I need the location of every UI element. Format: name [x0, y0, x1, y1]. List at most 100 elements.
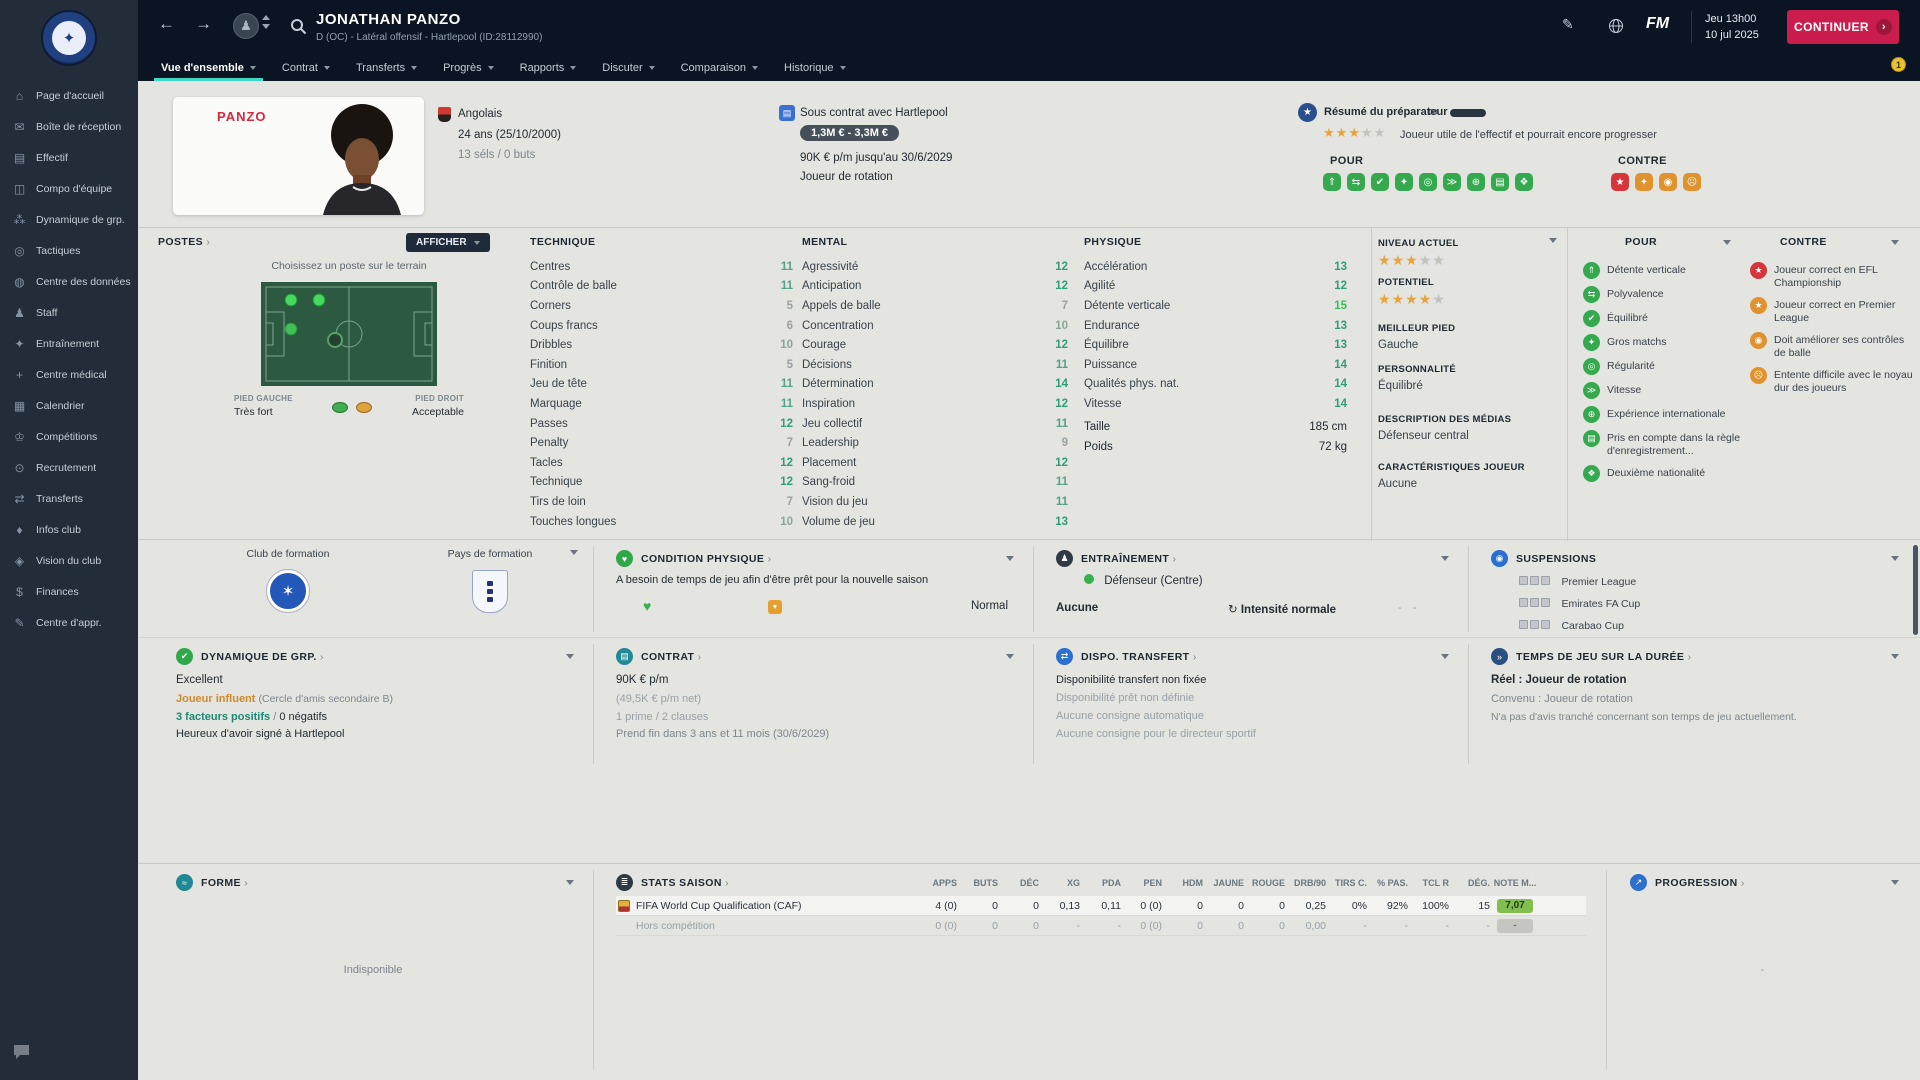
chat-bubble-icon[interactable]	[12, 1043, 32, 1066]
collapse-chevron-icon[interactable]	[1891, 239, 1899, 245]
pour-item[interactable]: ▤ Pris en compte dans la règle d'enregis…	[1583, 430, 1745, 458]
nav-tab[interactable]: Rapports	[507, 54, 590, 81]
training-focus[interactable]: Aucune	[1056, 602, 1098, 614]
stats-column-header[interactable]: BUTS	[957, 878, 999, 888]
con-icon[interactable]: ☹	[1683, 173, 1701, 191]
attribute-row[interactable]: Corners 5	[530, 296, 793, 316]
attribute-row[interactable]: Volume de jeu 13	[802, 512, 1068, 532]
suspension-row[interactable]: Premier League	[1519, 572, 1640, 590]
sidebar-item[interactable]: ⊙ Recrutement	[0, 452, 138, 483]
pro-icon[interactable]: ◎	[1419, 173, 1437, 191]
personality-value[interactable]: Équilibré	[1378, 380, 1423, 392]
player-cycle-arrows[interactable]	[262, 15, 270, 29]
pour-item[interactable]: ⇆ Polyvalence	[1583, 286, 1745, 303]
collapse-chevron-icon[interactable]	[1723, 239, 1731, 245]
collapse-chevron-icon[interactable]	[1441, 654, 1449, 659]
stats-column-header[interactable]: DRB/90	[1285, 878, 1326, 888]
pour-item[interactable]: ❖ Deuxième nationalité	[1583, 465, 1745, 482]
sharpness-icon[interactable]: ▼	[768, 600, 782, 614]
sidebar-item[interactable]: ✦ Entraînement	[0, 328, 138, 359]
transfer-value[interactable]: 1,3M € - 3,3M €	[800, 125, 900, 141]
stats-column-header[interactable]: TCL R	[1408, 878, 1449, 888]
nav-tab[interactable]: Comparaison	[668, 54, 771, 81]
forward-icon[interactable]: →	[195, 14, 212, 34]
heart-icon[interactable]: ♥	[643, 598, 651, 614]
position-dot[interactable]	[284, 322, 298, 336]
contre-item[interactable]: ★ Joueur correct en EFL Championship	[1750, 262, 1913, 290]
contract-status[interactable]: Sous contrat avec Hartlepool	[800, 107, 948, 119]
contract-clauses[interactable]: 1 prime / 2 clauses	[616, 711, 708, 723]
player-quick-switch[interactable]: ♟	[233, 13, 259, 39]
pro-icon[interactable]: ✦	[1395, 173, 1413, 191]
position-ring[interactable]	[327, 332, 343, 348]
collapse-chevron-icon[interactable]	[1441, 556, 1449, 561]
attribute-row[interactable]: Vitesse 14	[1084, 394, 1347, 414]
attribute-row[interactable]: Détente verticale 15	[1084, 296, 1347, 316]
stats-column-header[interactable]: PEN	[1121, 878, 1162, 888]
sidebar-item[interactable]: + Centre médical	[0, 359, 138, 390]
season-stats-title[interactable]: STATS SAISON	[641, 877, 729, 889]
globe-icon[interactable]	[1608, 18, 1625, 40]
stats-column-header[interactable]: JAUNE	[1203, 878, 1244, 888]
con-icon[interactable]: ★	[1611, 173, 1629, 191]
attribute-row[interactable]: Vision du jeu 11	[802, 492, 1068, 512]
attribute-row[interactable]: Passes 12	[530, 414, 793, 434]
con-icon[interactable]: ◉	[1659, 173, 1677, 191]
form-title[interactable]: FORME	[201, 877, 248, 889]
attribute-row[interactable]: Technique 12	[530, 473, 793, 493]
training-intensity-row[interactable]: ↻ Intensité normale	[1228, 602, 1336, 616]
attribute-row[interactable]: Placement 12	[802, 453, 1068, 473]
club-crest-icon[interactable]: ✦	[41, 10, 97, 66]
pro-icon[interactable]: ▤	[1491, 173, 1509, 191]
dynamics-factors-row[interactable]: 3 facteurs positifs / 0 négatifs	[176, 711, 327, 723]
attribute-row[interactable]: Tirs de loin 7	[530, 492, 793, 512]
attribute-row[interactable]: Sang-froid 11	[802, 473, 1068, 493]
position-dot[interactable]	[284, 293, 298, 307]
collapse-chevron-icon[interactable]	[1549, 238, 1557, 243]
search-icon[interactable]	[290, 18, 307, 40]
stats-column-header[interactable]: NOTE M...	[1490, 878, 1540, 888]
transfer-title[interactable]: DISPO. TRANSFERT	[1081, 651, 1197, 663]
sidebar-item[interactable]: ▦ Calendrier	[0, 390, 138, 421]
continue-button[interactable]: CONTINUER ›	[1787, 10, 1899, 44]
nav-tab[interactable]: Discuter	[589, 54, 667, 81]
attribute-row[interactable]: Agilité 12	[1084, 277, 1347, 297]
pour-item[interactable]: ✦ Gros matchs	[1583, 334, 1745, 351]
pour-item[interactable]: ≫ Vitesse	[1583, 382, 1745, 399]
position-pitch[interactable]	[261, 282, 437, 386]
contre-item[interactable]: ★ Joueur correct en Premier League	[1750, 297, 1913, 325]
stats-row[interactable]: Hors compétition 0 (0) 0 0- -0 (0) 0 0 0 0,00- -…	[616, 916, 1586, 936]
nav-tab[interactable]: Progrès	[430, 54, 507, 81]
dynamics-title[interactable]: DYNAMIQUE DE GRP.	[201, 651, 324, 663]
display-dropdown[interactable]: AFFICHER	[406, 233, 490, 252]
progression-title[interactable]: PROGRESSION	[1655, 877, 1745, 889]
stats-column-header[interactable]: APPS	[916, 878, 957, 888]
stats-column-header[interactable]: XG	[1039, 878, 1080, 888]
sidebar-item[interactable]: ♟ Staff	[0, 297, 138, 328]
attribute-row[interactable]: Contrôle de balle 11	[530, 277, 793, 297]
stats-column-header[interactable]: TIRS C.	[1326, 878, 1367, 888]
sidebar-item[interactable]: ♔ Compétitions	[0, 421, 138, 452]
contre-item[interactable]: ☹ Entente difficile avec le noyau dur de…	[1750, 367, 1913, 395]
attribute-row[interactable]: Dribbles 10	[530, 335, 793, 355]
attribute-row[interactable]: Touches longues 10	[530, 512, 793, 532]
training-title[interactable]: ENTRAÎNEMENT	[1081, 553, 1176, 565]
sidebar-item[interactable]: ⇄ Transferts	[0, 483, 138, 514]
attribute-row[interactable]: Détermination 14	[802, 375, 1068, 395]
attribute-row[interactable]: Penalty 7	[530, 433, 793, 453]
collapse-chevron-icon[interactable]	[1891, 880, 1899, 885]
pour-item[interactable]: ✔ Équilibré	[1583, 310, 1745, 327]
collapse-chevron-icon[interactable]	[1891, 556, 1899, 561]
attribute-row[interactable]: Marquage 11	[530, 394, 793, 414]
pro-icon[interactable]: ✔	[1371, 173, 1389, 191]
pro-icon[interactable]: ⇑	[1323, 173, 1341, 191]
nav-tab[interactable]: Transferts	[343, 54, 430, 81]
attribute-row[interactable]: Centres 11	[530, 257, 793, 277]
sidebar-item[interactable]: ◎ Tactiques	[0, 235, 138, 266]
sidebar-item[interactable]: $ Finances	[0, 576, 138, 607]
suspension-row[interactable]: Carabao Cup	[1519, 616, 1640, 634]
attribute-row[interactable]: Puissance 14	[1084, 355, 1347, 375]
collapse-chevron-icon[interactable]	[1006, 654, 1014, 659]
edit-pencil-icon[interactable]: ✎	[1562, 16, 1574, 33]
positions-title[interactable]: POSTES	[158, 236, 210, 248]
